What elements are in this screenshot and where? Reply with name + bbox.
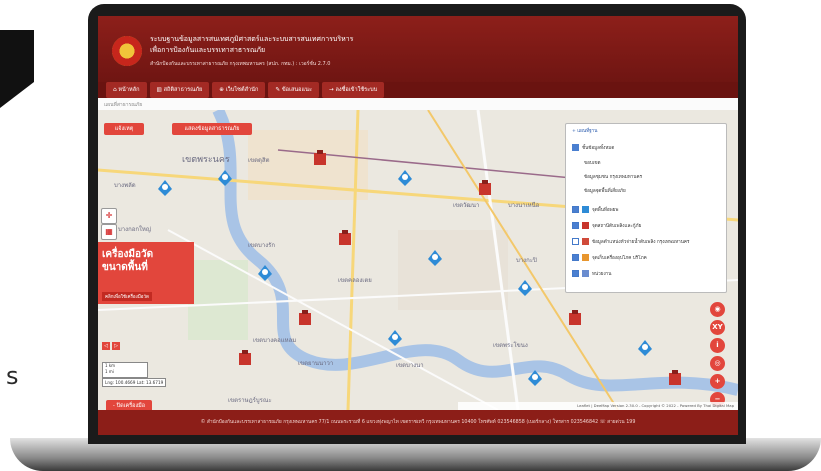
arrow-graphic <box>0 30 34 108</box>
main-nav: ⌂ หน้าหลัก ▥ สถิติสาธารณภัย ⊕ เว็บไซต์สำ… <box>98 82 738 98</box>
nav-statistics[interactable]: ▥ สถิติสาธารณภัย <box>149 82 210 98</box>
evacuation-marker[interactable] <box>398 170 412 186</box>
pan-right-button[interactable]: ▷ <box>112 342 120 350</box>
place-label: เขตบางนา <box>396 362 424 369</box>
layer-boundary[interactable]: ขอบเขต <box>584 160 601 167</box>
pan-left-button[interactable]: ◁ <box>102 342 110 350</box>
supply-icon <box>582 254 589 261</box>
evacuation-marker[interactable] <box>638 340 652 356</box>
measure-tool-hint[interactable]: คลิกเพื่อใช้เครื่องมือวัด <box>102 292 152 301</box>
map-canvas[interactable]: เขตพระนคร บางพลัด บางกอกใหญ่ เขตดุสิต เข… <box>98 110 738 410</box>
app-subtitle: สำนักป้องกันและบรรเทาสาธารณภัย กรุงเทพมห… <box>150 61 331 67</box>
place-label: เขตพระโขนง <box>493 342 528 349</box>
user-location-button[interactable]: ◉ <box>710 302 725 317</box>
evacuation-icon <box>582 206 589 213</box>
layer-group-label: ชั้นข้อมูลทั้งหมด <box>572 144 614 152</box>
place-label: บางพลัด <box>114 182 136 189</box>
hydrant-icon <box>582 238 589 245</box>
layer-checkbox[interactable] <box>572 254 579 261</box>
close-tool-button[interactable]: - ปิดเครื่องมือ <box>106 400 152 410</box>
layer-evacuation[interactable]: จุดพื้นที่อพยพ <box>572 206 618 214</box>
place-label: เขตวัฒนา <box>453 202 480 209</box>
base-map-toggle[interactable]: + แผนที่ฐาน <box>572 128 597 135</box>
layer-checkbox[interactable] <box>572 270 579 277</box>
evacuation-marker[interactable] <box>158 180 172 196</box>
place-label: เขตยานนาวา <box>298 360 334 367</box>
layer-risk-area[interactable]: ข้อมูลจุดพื้นที่เสี่ยงภัย <box>584 188 626 195</box>
xy-coordinate-button[interactable]: XY <box>710 320 725 335</box>
place-label: เขตบางรัก <box>248 242 276 249</box>
evacuation-marker[interactable] <box>518 280 532 296</box>
layer-legend-panel: + แผนที่ฐาน ชั้นข้อมูลทั้งหมด ขอบเขต ข้อ… <box>565 123 727 293</box>
show-disaster-data-button[interactable]: แสดงข้อมูลสาธารณภัย <box>172 123 252 135</box>
scale-bar: 1 km 1 mi <box>102 362 148 378</box>
fire-station-marker[interactable] <box>338 230 352 246</box>
fire-station-marker[interactable] <box>238 350 252 366</box>
layer-agency[interactable]: หน่วยงาน <box>572 270 611 278</box>
app-screen: ระบบฐานข้อมูลสารสนเทศภูมิศาสตร์และระบบสา… <box>98 16 738 435</box>
place-label: บางนาเหนือ <box>508 202 540 209</box>
basemap-button[interactable]: ◎ <box>710 356 725 371</box>
layer-checkbox[interactable] <box>572 206 579 213</box>
place-label: เขตดุสิต <box>248 157 270 164</box>
page-footer: © สำนักป้องกันและบรรเทาสาธารณภัย กรุงเทพ… <box>98 410 738 435</box>
fire-station-marker[interactable] <box>313 150 327 166</box>
layers-icon <box>572 144 579 151</box>
evacuation-marker[interactable] <box>258 265 272 281</box>
info-button[interactable]: i <box>710 338 725 353</box>
measure-tool-title-line2: ขนาดพื้นที่ <box>102 262 148 273</box>
evacuation-marker[interactable] <box>388 330 402 346</box>
app-header: ระบบฐานข้อมูลสารสนเทศภูมิศาสตร์และระบบสา… <box>98 16 738 84</box>
measure-tool-title: เครื่องมือวัด <box>102 249 154 260</box>
layer-checkbox[interactable] <box>572 222 579 229</box>
nav-home[interactable]: ⌂ หน้าหลัก <box>106 82 147 98</box>
place-label: เขตคลองเตย <box>338 277 372 284</box>
nav-website[interactable]: ⊕ เว็บไซต์สำนัก <box>212 82 266 98</box>
app-title: ระบบฐานข้อมูลสารสนเทศภูมิศาสตร์และระบบสา… <box>150 35 354 43</box>
layer-control[interactable]: ▦ <box>101 224 117 240</box>
layer-fire-station[interactable]: จุดสถานีดับเพลิงและกู้ภัย <box>572 222 641 230</box>
place-label: เขตพระนคร <box>182 155 230 165</box>
coordinate-readout: Lng: 100.4669 Lat: 13.6719 <box>102 378 167 387</box>
place-label: เขตราษฎร์บูรณะ <box>228 397 272 404</box>
nav-login[interactable]: → ลงชื่อเข้าใช้ระบบ <box>321 82 385 98</box>
background-letter: s <box>6 362 19 390</box>
fire-station-marker[interactable] <box>568 310 582 326</box>
compass-control[interactable]: ✛ <box>101 208 117 224</box>
fire-station-marker[interactable] <box>668 370 682 386</box>
evacuation-marker[interactable] <box>218 170 232 186</box>
evacuation-marker[interactable] <box>428 250 442 266</box>
place-label: เขตบางคอแหลม <box>253 337 297 344</box>
agency-logo <box>112 36 142 66</box>
place-label: บางกอกใหญ่ <box>118 226 151 233</box>
fire-station-marker[interactable] <box>298 310 312 326</box>
fire-station-marker[interactable] <box>478 180 492 196</box>
agency-icon <box>582 270 589 277</box>
fire-station-icon <box>582 222 589 229</box>
layer-supply[interactable]: จุดเก็บเครื่องอุปโภค บริโภค <box>572 254 647 262</box>
report-incident-button[interactable]: แจ้งเหตุ <box>104 123 144 135</box>
map-pan-buttons: ◁ ▷ <box>102 342 120 350</box>
layer-checkbox[interactable] <box>572 238 579 245</box>
layer-hydrant[interactable]: ข้อมูลตำแหน่งหัวจ่ายน้ำดับเพลิง กรุงเทพม… <box>572 238 689 246</box>
zoom-in-button[interactable]: + <box>710 374 725 389</box>
place-label: บางกะปิ <box>516 257 537 264</box>
app-title-line2: เพื่อการป้องกันและบรรเทาสาธารณภัย <box>150 46 266 54</box>
evacuation-marker[interactable] <box>528 370 542 386</box>
layer-community[interactable]: ข้อมูลชุมชน กรุงเทพมหานคร <box>584 174 642 181</box>
map-attribution: Leaflet | DeeMap Version 2.30.0 - Copyri… <box>458 402 738 410</box>
nav-feedback[interactable]: ✎ ข้อเสนอแนะ <box>268 82 319 98</box>
measure-tool-panel: เครื่องมือวัดขนาดพื้นที่ คลิกเพื่อใช้เคร… <box>98 242 194 304</box>
